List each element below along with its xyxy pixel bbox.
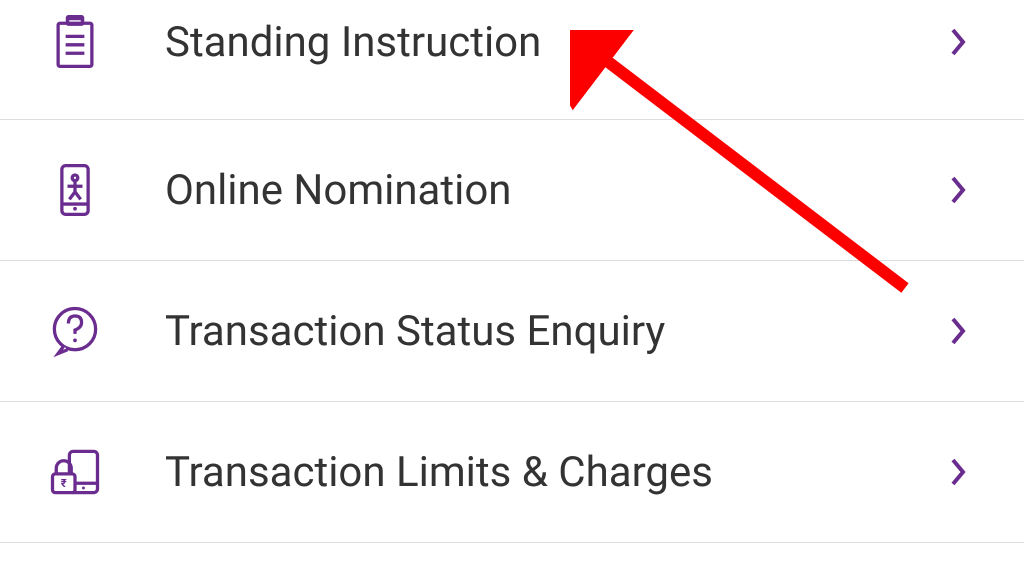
svg-text:₹: ₹ — [61, 477, 67, 490]
menu-item-transaction-status-enquiry[interactable]: Transaction Status Enquiry — [0, 261, 1024, 402]
menu-item-standing-instruction[interactable]: Standing Instruction — [0, 0, 1024, 120]
chevron-right-icon — [939, 315, 979, 347]
chevron-right-icon — [939, 456, 979, 488]
phone-person-icon — [40, 155, 110, 225]
chevron-right-icon — [939, 174, 979, 206]
clipboard-icon — [40, 7, 110, 77]
chevron-right-icon — [939, 26, 979, 58]
menu-list: Standing Instruction Online Nomination — [0, 0, 1024, 543]
menu-item-online-nomination[interactable]: Online Nomination — [0, 120, 1024, 261]
menu-item-transaction-limits-charges[interactable]: ₹ Transaction Limits & Charges — [0, 402, 1024, 543]
lock-device-icon: ₹ — [40, 437, 110, 507]
menu-item-label: Online Nomination — [165, 166, 939, 215]
menu-item-label: Transaction Limits & Charges — [165, 448, 939, 497]
question-bubble-icon — [40, 296, 110, 366]
menu-item-label: Standing Instruction — [165, 18, 939, 67]
menu-item-label: Transaction Status Enquiry — [165, 307, 939, 356]
